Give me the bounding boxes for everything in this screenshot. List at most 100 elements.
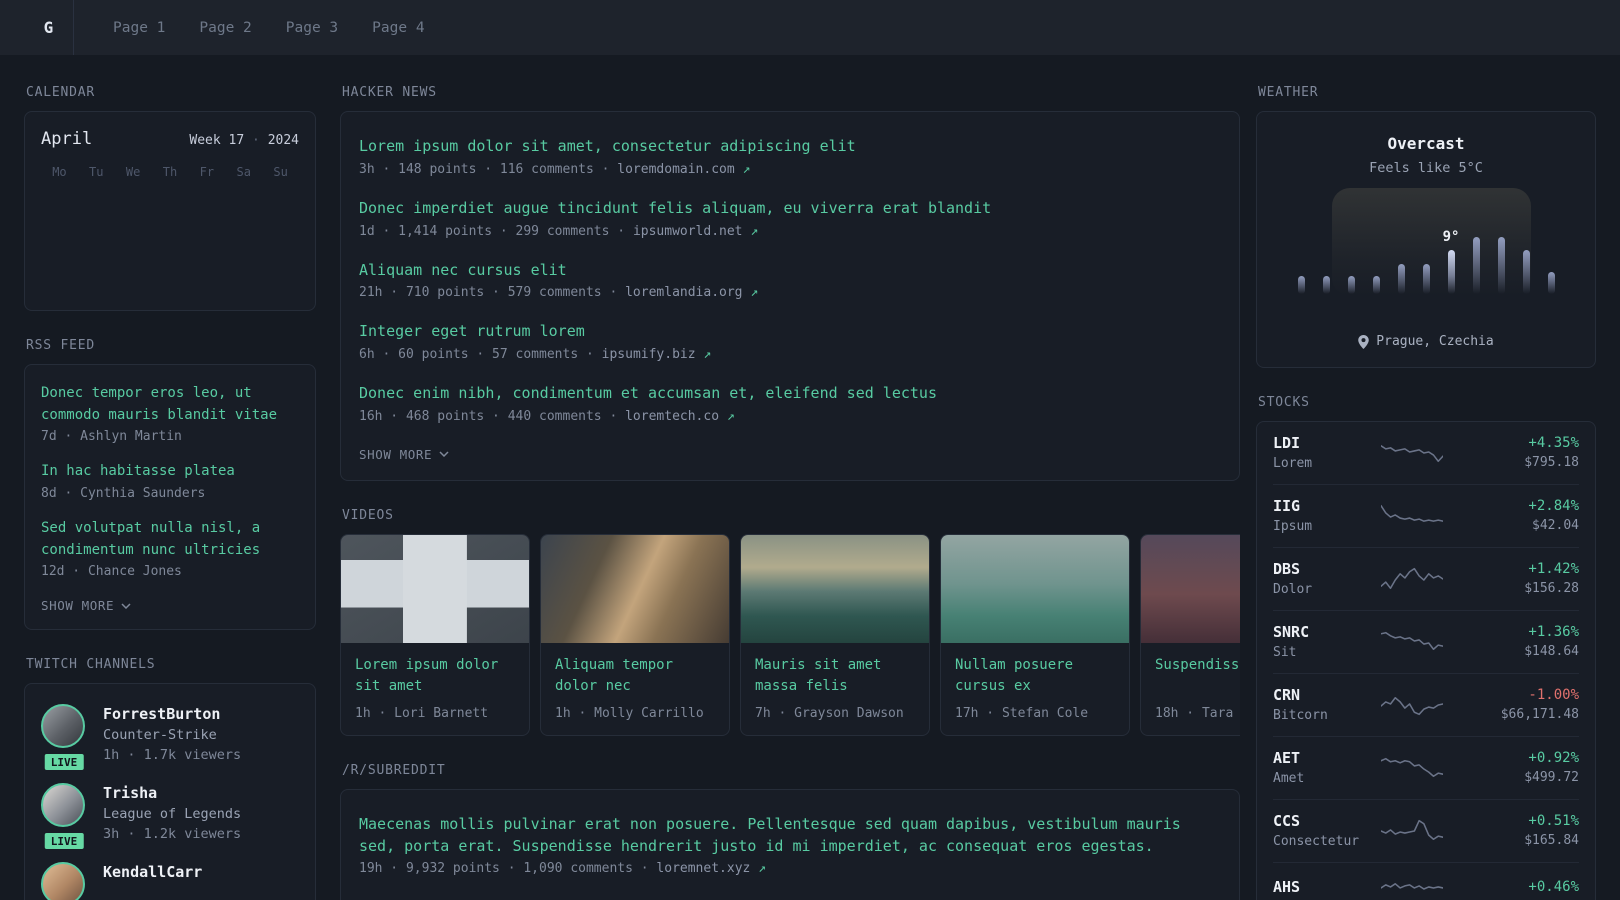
hn-item-title[interactable]: Integer eget rutrum lorem [359, 321, 1221, 343]
rss-item-title[interactable]: Sed volutpat nulla nisl, a condimentum n… [41, 518, 299, 561]
stock-price: $156.28 [1524, 581, 1579, 596]
rss-item-title[interactable]: In hac habitasse platea [41, 461, 299, 483]
twitch-channel-list: LIVE ForrestBurton Counter-Strike 1h · 1… [41, 704, 299, 900]
stock-name: Amet [1273, 771, 1305, 786]
stock-symbol: AHS [1273, 878, 1301, 896]
stock-row[interactable]: SNRC Sit +1.36% $148.64 [1273, 610, 1579, 673]
calendar-day [262, 234, 299, 265]
calendar-day [225, 234, 262, 265]
page-tab-label: Page 2 [199, 19, 252, 36]
hn-item-domain[interactable]: loremtech.co ↗ [625, 409, 735, 424]
hn-item-title[interactable]: Donec enim nibh, condimentum et accumsan… [359, 383, 1221, 405]
page-tab[interactable]: Page 3 [269, 0, 355, 55]
video-thumbnail[interactable] [1141, 534, 1240, 643]
video-thumbnail[interactable] [941, 534, 1129, 643]
hn-item-domain[interactable]: ipsumworld.net ↗ [633, 224, 758, 239]
page-tab[interactable]: Page 1 [96, 0, 182, 55]
left-column: CALENDAR April Week 17 · 2024 Mo Tu We Th Fr… [24, 85, 316, 900]
weather-hourly-chart: 9° [1295, 188, 1557, 296]
video-meta: 1h · Molly Carrillo [555, 705, 704, 721]
rss-item-title[interactable]: Donec tempor eros leo, ut commodo mauris… [41, 383, 299, 426]
calendar-day [115, 203, 152, 234]
page-tabs: Page 1 Page 2 Page 3 Page 4 [96, 0, 442, 55]
subreddit-post-title[interactable]: Maecenas mollis pulvinar erat non posuer… [359, 814, 1221, 858]
weather-time-axis [1295, 302, 1557, 317]
video-card[interactable]: Mauris sit amet massa felis 7h · Grayson… [740, 533, 930, 736]
channel-name: KendallCarr [103, 863, 203, 882]
rss-item: Sed volutpat nulla nisl, a condimentum n… [41, 518, 299, 579]
hn-item-title[interactable]: Lorem ipsum dolor sit amet, consectetur … [359, 136, 1221, 158]
temperature-bar [1422, 264, 1430, 294]
channel-game: League of Legends [103, 806, 242, 823]
hn-item-meta: 21h · 710 points · 579 comments · [359, 285, 626, 301]
calendar-day [152, 203, 189, 234]
video-thumbnail[interactable] [341, 534, 529, 643]
channel-meta: 3h · 1.2k viewers [103, 826, 242, 843]
middle-column: HACKER NEWS Lorem ipsum dolor sit amet, … [340, 85, 1240, 900]
calendar-day [262, 265, 299, 296]
subreddit-section-title: /R/SUBREDDIT [342, 762, 446, 778]
chevron-down-icon [121, 603, 131, 609]
subreddit-post: Maecenas mollis pulvinar erat non posuer… [359, 814, 1221, 877]
page-tab[interactable]: Page 2 [182, 0, 268, 55]
twitch-channel-row[interactable]: LIVE Trisha League of Legends 3h · 1.2k … [41, 783, 299, 852]
twitch-channel-row[interactable]: LIVE ForrestBurton Counter-Strike 1h · 1… [41, 704, 299, 773]
subreddit-post-domain[interactable]: loremnet.xyz ↗ [656, 861, 766, 876]
hn-item-domain[interactable]: ipsumify.biz ↗ [602, 347, 712, 362]
weekday-label: Su [273, 165, 288, 179]
hn-item-domain[interactable]: loremdomain.com ↗ [617, 162, 750, 177]
external-link-icon: ↗ [726, 408, 735, 424]
twitch-channel-row[interactable]: KendallCarr [41, 862, 299, 900]
stock-row[interactable]: IIG Ipsum +2.84% $42.04 [1273, 484, 1579, 547]
stock-sparkline [1381, 819, 1443, 840]
hn-item-title[interactable]: Aliquam nec cursus elit [359, 260, 1221, 282]
video-card[interactable]: Suspendisse diam 18h · Tara Simmons [1140, 533, 1240, 736]
stock-row[interactable]: DBS Dolor +1.42% $156.28 [1273, 547, 1579, 610]
stock-sparkline [1381, 504, 1443, 522]
show-more-button[interactable]: SHOW MORE [359, 445, 449, 464]
calendar-day [115, 234, 152, 265]
stock-name: Bitcorn [1273, 708, 1328, 723]
hn-item-domain[interactable]: loremlandia.org ↗ [625, 285, 758, 300]
stock-row[interactable]: AET Amet +0.92% $499.72 [1273, 736, 1579, 799]
stock-name: Ipsum [1273, 519, 1313, 534]
weekday-label: Sa [236, 165, 251, 179]
page-tab[interactable]: Page 4 [355, 0, 441, 55]
hackernews-section-title: HACKER NEWS [342, 85, 437, 100]
stock-change: +1.36% [1528, 624, 1579, 640]
stock-row[interactable]: AHS +0.46% [1273, 862, 1579, 900]
stock-change: -1.00% [1528, 687, 1579, 703]
hackernews-list: Lorem ipsum dolor sit amet, consectetur … [359, 136, 1221, 424]
video-title: Mauris sit amet massa felis [755, 656, 882, 694]
stock-symbol: SNRC [1273, 623, 1310, 641]
external-link-icon: ↗ [750, 285, 759, 301]
video-thumbnail[interactable] [541, 534, 729, 643]
stock-price: $42.04 [1532, 518, 1579, 533]
hn-item-title[interactable]: Donec imperdiet augue tincidunt felis al… [359, 198, 1221, 220]
weekday-label: Tu [89, 165, 104, 179]
calendar-day [188, 203, 225, 234]
stock-row[interactable]: CRN Bitcorn -1.00% $66,171.48 [1273, 673, 1579, 736]
channel-name: Trisha [103, 784, 158, 803]
video-card[interactable]: Aliquam tempor dolor nec pharetra… 1h · … [540, 533, 730, 736]
temperature-bar [1297, 276, 1305, 294]
stock-price: $499.72 [1524, 770, 1579, 785]
stock-row[interactable]: CCS Consectetur +0.51% $165.84 [1273, 799, 1579, 862]
hn-item: Donec enim nibh, condimentum et accumsan… [359, 383, 1221, 424]
stock-row[interactable]: LDI Lorem +4.35% $795.18 [1273, 422, 1579, 484]
stock-change: +2.84% [1528, 498, 1579, 514]
video-thumbnail[interactable] [741, 534, 929, 643]
top-bar: G Page 1 Page 2 Page 3 Page 4 [0, 0, 1620, 55]
dashboard-content: CALENDAR April Week 17 · 2024 Mo Tu We Th Fr… [0, 55, 1620, 900]
stock-price: $66,171.48 [1500, 707, 1579, 722]
weekday-label: We [125, 165, 141, 179]
page-tab-label: Page 4 [372, 19, 425, 36]
video-card[interactable]: Lorem ipsum dolor sit amet consectetu… 1… [340, 533, 530, 736]
temperature-bar [1397, 264, 1405, 294]
video-card[interactable]: Nullam posuere cursus ex 17h · Stefan Co… [940, 533, 1130, 736]
hn-item: Donec imperdiet augue tincidunt felis al… [359, 198, 1221, 239]
show-more-button[interactable]: SHOW MORE [41, 596, 131, 615]
weather-condition: Overcast [1387, 134, 1465, 153]
temperature-bar [1497, 237, 1505, 294]
temperature-bar [1372, 276, 1380, 294]
